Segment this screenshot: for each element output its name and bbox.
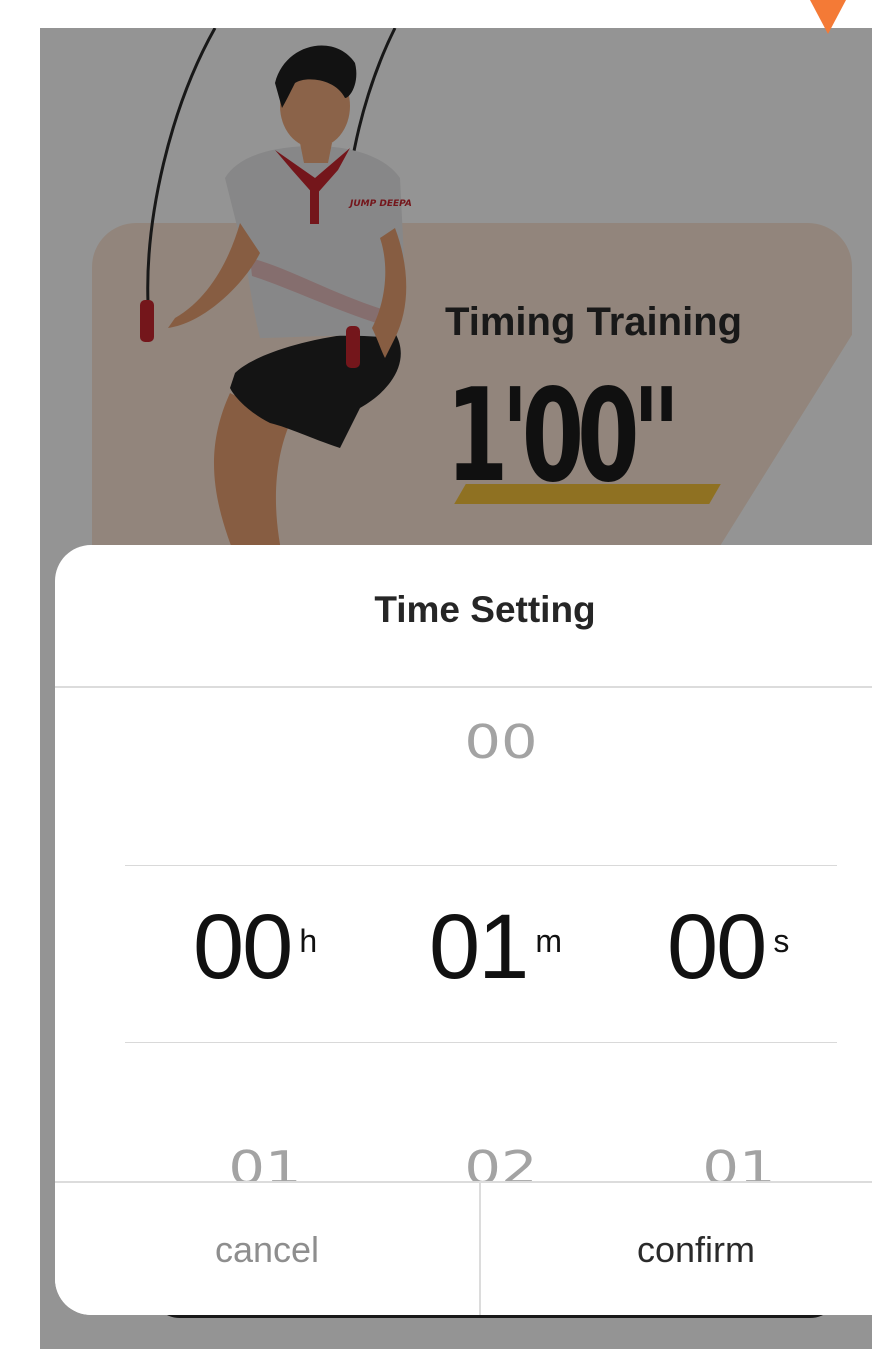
minutes-wheel[interactable]: 00 01 m 02 <box>401 545 601 1195</box>
seconds-selected-value: 00 <box>667 896 767 998</box>
minutes-selected-value: 01 <box>429 896 529 998</box>
hours-wheel[interactable]: 00 h 01 <box>165 545 365 1195</box>
dialog-button-bar: cancel confirm <box>55 1181 872 1315</box>
confirm-button[interactable]: confirm <box>481 1183 872 1315</box>
hours-unit: h <box>299 923 318 959</box>
minutes-selected[interactable]: 01 m <box>429 901 562 993</box>
seconds-selected[interactable]: 00 s <box>667 901 789 993</box>
orange-marker-icon <box>810 0 846 34</box>
time-setting-dialog: Time Setting 00h 01 00 01m 02 00s 01 <box>55 545 872 1315</box>
app-root: JUMP DEEPA Timing Training 1'00'' Time S… <box>0 0 872 1349</box>
minutes-option-above[interactable]: 00 <box>376 715 626 769</box>
minutes-unit: m <box>535 923 562 959</box>
hours-selected-value: 00 <box>193 896 293 998</box>
seconds-wheel[interactable]: 00 s 01 <box>639 545 839 1195</box>
cancel-button[interactable]: cancel <box>55 1183 479 1315</box>
hours-selected[interactable]: 00 h <box>193 901 317 993</box>
seconds-unit: s <box>773 923 790 959</box>
